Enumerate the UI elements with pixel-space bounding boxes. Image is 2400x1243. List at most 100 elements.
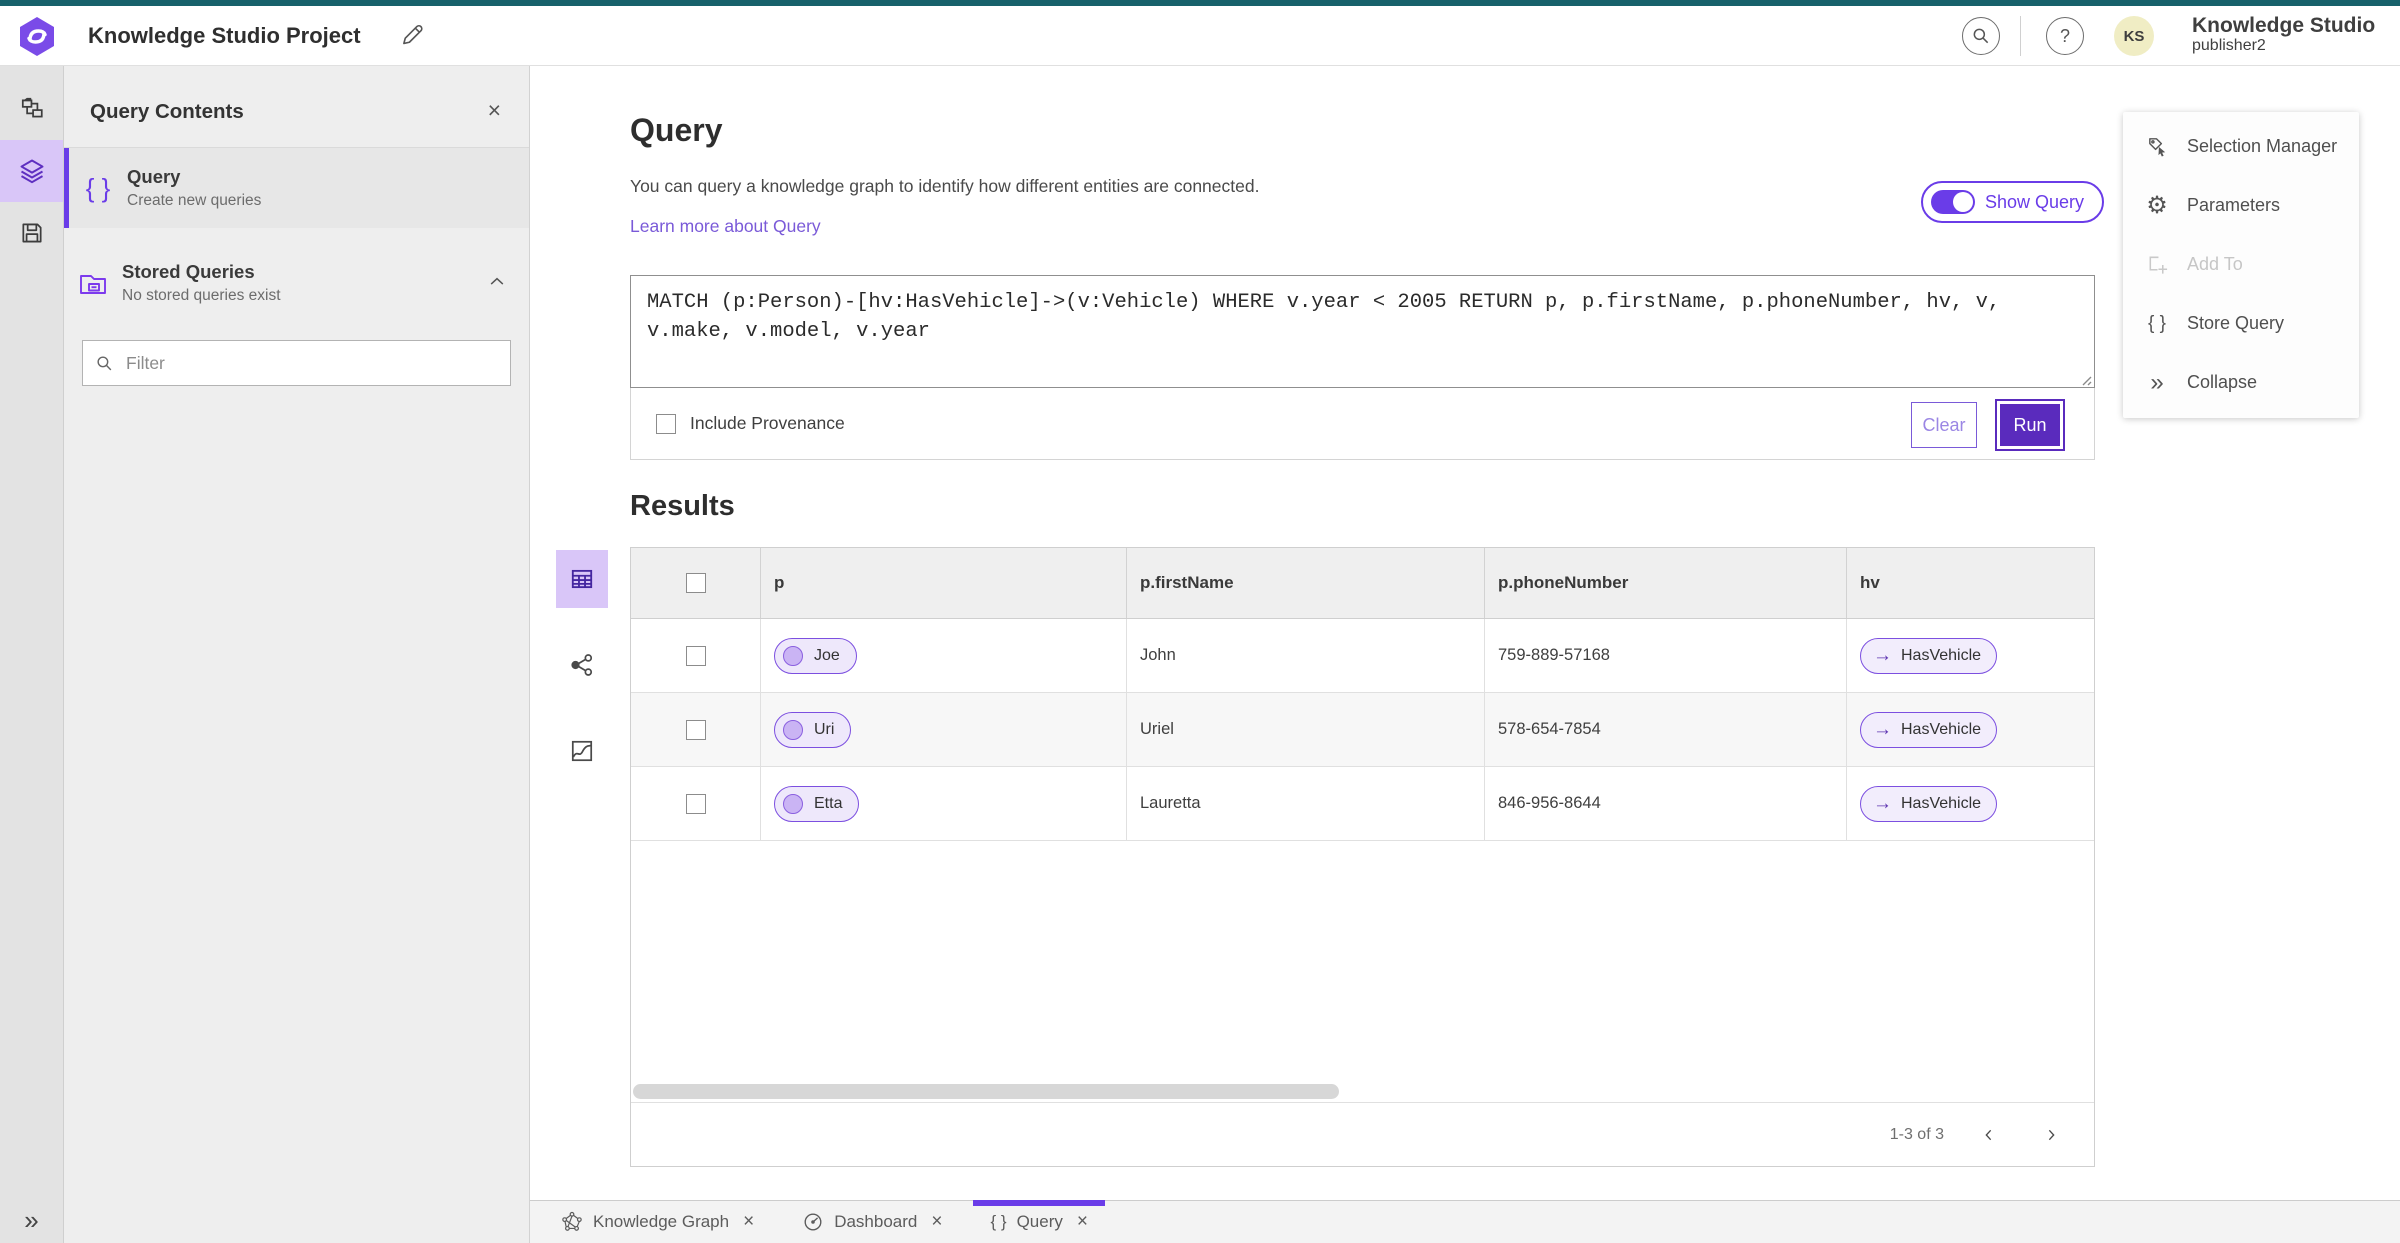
add-to-icon [2145, 253, 2169, 276]
data-model-icon[interactable] [0, 78, 63, 140]
relationship-pill[interactable]: → HasVehicle [1860, 711, 1998, 748]
cell-firstname: John [1127, 619, 1485, 692]
clear-button[interactable]: Clear [1911, 402, 1977, 448]
dashboard-icon [804, 1213, 822, 1231]
sidebar-item-query[interactable]: { } Query Create new queries [64, 148, 529, 228]
tab-query[interactable]: { } Query × [973, 1200, 1105, 1243]
cell-firstname: Lauretta [1127, 767, 1485, 840]
previous-page-icon[interactable] [1972, 1118, 2006, 1152]
column-header-p: p [761, 548, 1127, 618]
relationship-label: HasVehicle [1901, 794, 1982, 812]
entity-circle-icon [783, 793, 803, 814]
query-contents-panel: Query Contents × { } Query Create new qu… [64, 66, 530, 1243]
learn-more-link[interactable]: Learn more about Query [630, 216, 821, 237]
map-view-icon[interactable] [556, 722, 608, 780]
include-provenance-checkbox[interactable] [656, 413, 676, 434]
edit-title-icon[interactable] [398, 22, 426, 50]
filter-input[interactable] [124, 351, 498, 375]
close-icon[interactable]: × [482, 98, 507, 123]
knowledge-graph-icon [562, 1211, 582, 1231]
results-table: p p.firstName p.phoneNumber hv Joe John … [630, 547, 2095, 1167]
table-header-row: p p.firstName p.phoneNumber hv [631, 548, 2094, 619]
avatar-initials: KS [2123, 27, 2145, 45]
select-all-checkbox[interactable] [685, 573, 706, 593]
panel-title: Query Contents [90, 100, 244, 123]
table-row: Uri Uriel 578-654-7854 → HasVehicle [631, 693, 2094, 767]
knowledge-studio-app: Knowledge Studio Project ? KS Knowledge … [0, 0, 2400, 1243]
collapse-icon: » [2150, 368, 2164, 396]
entity-label: Uri [814, 720, 835, 738]
expand-rail-icon[interactable]: » [0, 1207, 63, 1233]
tab-knowledge-graph[interactable]: Knowledge Graph × [544, 1201, 771, 1243]
left-icon-rail: » [0, 66, 64, 1243]
next-page-icon[interactable] [2034, 1118, 2068, 1152]
menu-item-store-query[interactable]: { } Store Query [2123, 294, 2359, 353]
link-chart-view-icon[interactable] [556, 636, 608, 694]
entity-circle-icon [783, 719, 803, 740]
help-icon[interactable]: ? [2046, 17, 2084, 55]
column-header-hv: hv [1860, 573, 1880, 592]
arrow-right-icon: → [1873, 719, 1892, 740]
contents-layers-icon[interactable] [0, 140, 63, 202]
panel-header: Query Contents × [64, 66, 529, 148]
relationship-pill[interactable]: → HasVehicle [1860, 637, 1998, 674]
menu-item-add-to[interactable]: Add To [2123, 235, 2359, 294]
relationship-label: HasVehicle [1901, 720, 1982, 738]
double-chevron-icon: » [24, 1205, 39, 1235]
menu-item-collapse[interactable]: » Collapse [2123, 353, 2359, 412]
close-glyph: × [487, 97, 501, 123]
username: publisher2 [2192, 37, 2266, 55]
toggle-switch-on[interactable] [1931, 190, 1975, 214]
tab-close-icon[interactable]: × [1077, 1211, 1088, 1233]
query-description: You can query a knowledge graph to ident… [630, 176, 1260, 196]
avatar[interactable]: KS [2114, 16, 2154, 56]
braces-icon: { } [2148, 312, 2166, 334]
selection-manager-icon [2145, 135, 2169, 158]
menu-item-label: Store Query [2187, 313, 2285, 333]
tools-menu: Selection Manager ⚙ Parameters Add To { … [2123, 112, 2359, 418]
project-title: Knowledge Studio Project [88, 23, 361, 48]
sidebar-item-stored-queries[interactable]: Stored Queries No stored queries exist [64, 240, 529, 326]
row-checkbox[interactable] [685, 793, 706, 814]
pagination-range-label: 1-3 of 3 [1889, 1125, 1944, 1143]
row-checkbox[interactable] [685, 645, 706, 666]
menu-item-selection-manager[interactable]: Selection Manager [2123, 117, 2359, 176]
entity-pill[interactable]: Etta [774, 785, 860, 822]
tab-close-icon[interactable]: × [743, 1211, 754, 1233]
entity-pill[interactable]: Joe [774, 637, 857, 674]
save-icon[interactable] [0, 202, 63, 264]
chevron-up-icon[interactable] [487, 272, 507, 297]
run-button[interactable]: Run [1995, 399, 2065, 451]
braces-icon: { } [990, 1212, 1007, 1231]
tab-close-icon[interactable]: × [931, 1211, 942, 1233]
view-tab-bar: Knowledge Graph × Dashboard × { } Query … [530, 1200, 2400, 1243]
table-row: Joe John 759-889-57168 → HasVehicle [631, 619, 2094, 693]
arrow-right-icon: → [1873, 645, 1892, 666]
page-title: Query [630, 112, 723, 148]
folder-icon [64, 267, 122, 299]
menu-item-label: Selection Manager [2187, 136, 2338, 156]
query-item-description: Create new queries [127, 192, 262, 209]
entity-pill[interactable]: Uri [774, 711, 852, 748]
stored-queries-label: Stored Queries [122, 261, 255, 282]
query-actions-bar: Include Provenance Clear Run [630, 388, 2095, 460]
table-row: Etta Lauretta 846-956-8644 → HasVehicle [631, 767, 2094, 841]
horizontal-scrollbar[interactable] [633, 1084, 1339, 1099]
entity-label: Etta [814, 794, 843, 812]
row-checkbox[interactable] [685, 719, 706, 740]
column-header-phonenumber: p.phoneNumber [1485, 548, 1847, 618]
relationship-pill[interactable]: → HasVehicle [1860, 785, 1998, 822]
menu-item-parameters[interactable]: ⚙ Parameters [2123, 176, 2359, 235]
app-logo-icon[interactable] [18, 16, 56, 57]
user-info[interactable]: Knowledge Studio publisher2 [2192, 14, 2375, 55]
cell-phonenumber: 578-654-7854 [1485, 693, 1847, 766]
help-glyph: ? [2059, 25, 2070, 46]
tab-dashboard[interactable]: Dashboard × [785, 1201, 959, 1243]
table-view-icon[interactable] [556, 550, 608, 608]
menu-item-label: Collapse [2187, 372, 2258, 392]
tab-label: Dashboard [834, 1212, 918, 1231]
search-icon[interactable] [1962, 17, 2000, 55]
query-editor-input[interactable]: MATCH (p:Person)-[hv:HasVehicle]->(v:Veh… [630, 275, 2095, 388]
results-title: Results [630, 490, 735, 522]
show-query-toggle[interactable]: Show Query [1921, 181, 2105, 223]
